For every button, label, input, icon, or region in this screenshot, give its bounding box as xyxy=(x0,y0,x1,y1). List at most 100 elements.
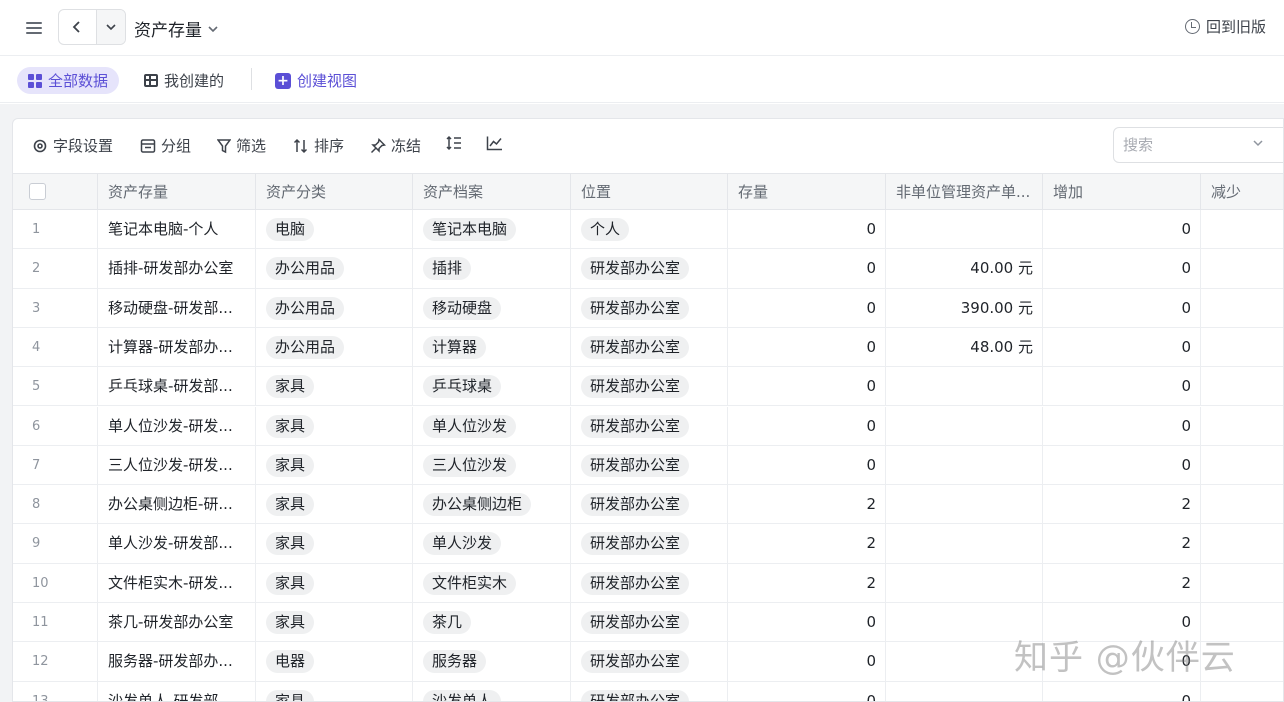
back-button[interactable] xyxy=(59,10,96,44)
stock-cell[interactable]: 0 xyxy=(728,327,886,367)
unit-price-cell[interactable] xyxy=(886,485,1043,525)
column-header[interactable]: 增加 xyxy=(1043,174,1201,210)
archive-cell[interactable]: 单人沙发 xyxy=(413,524,571,564)
stock-cell[interactable]: 0 xyxy=(728,642,886,682)
search-chevron-down-icon[interactable] xyxy=(1253,139,1263,147)
unit-price-cell[interactable]: 40.00 元 xyxy=(886,249,1043,289)
view-tab-mine[interactable]: 我创建的 xyxy=(133,67,235,94)
decrease-cell[interactable] xyxy=(1201,289,1283,328)
location-cell[interactable]: 研发部办公室 xyxy=(571,642,728,682)
decrease-cell[interactable] xyxy=(1201,328,1283,367)
table-row[interactable]: 10 文件柜实木-研发... 家具 文件柜实木 研发部办公室 2 2 xyxy=(13,563,1283,603)
page-title[interactable]: 资产存量 xyxy=(134,16,218,41)
increase-cell[interactable]: 0 xyxy=(1043,327,1201,367)
unit-price-cell[interactable] xyxy=(886,210,1043,249)
increase-cell[interactable]: 0 xyxy=(1043,288,1201,328)
unit-price-cell[interactable]: 390.00 元 xyxy=(886,288,1043,328)
category-cell[interactable]: 办公用品 xyxy=(256,249,413,289)
decrease-cell[interactable] xyxy=(1201,210,1283,249)
column-header[interactable]: 资产分类 xyxy=(256,174,413,210)
row-index[interactable]: 6 xyxy=(13,406,98,446)
category-cell[interactable]: 家具 xyxy=(256,681,413,701)
row-index[interactable]: 2 xyxy=(13,249,98,289)
row-index[interactable]: 11 xyxy=(13,603,98,642)
column-header[interactable]: 资产档案 xyxy=(413,174,571,210)
archive-cell[interactable]: 三人位沙发 xyxy=(413,445,571,485)
archive-cell[interactable]: 插排 xyxy=(413,249,571,289)
table-row[interactable]: 7 三人位沙发-研发... 家具 三人位沙发 研发部办公室 0 0 xyxy=(13,445,1283,486)
location-cell[interactable]: 研发部办公室 xyxy=(571,681,728,701)
category-cell[interactable]: 办公用品 xyxy=(256,288,413,328)
stock-cell[interactable]: 0 xyxy=(728,288,886,328)
row-index[interactable]: 12 xyxy=(13,642,98,682)
archive-cell[interactable]: 移动硬盘 xyxy=(413,288,571,328)
hamburger-menu-icon[interactable] xyxy=(24,18,44,38)
increase-cell[interactable]: 0 xyxy=(1043,249,1201,289)
table-row[interactable]: 1 笔记本电脑-个人 电脑 笔记本电脑 个人 0 0 xyxy=(13,210,1283,250)
row-index[interactable]: 3 xyxy=(13,288,98,328)
column-header[interactable]: 位置 xyxy=(571,174,728,210)
table-row[interactable]: 8 办公桌侧边柜-研... 家具 办公桌侧边柜 研发部办公室 2 2 xyxy=(13,485,1283,525)
nav-dropdown-button[interactable] xyxy=(95,10,125,44)
location-cell[interactable]: 个人 xyxy=(571,210,728,249)
stock-cell[interactable]: 0 xyxy=(728,367,886,407)
select-all-checkbox[interactable] xyxy=(29,183,46,200)
create-view-button[interactable]: + 创建视图 xyxy=(264,67,368,94)
decrease-cell[interactable] xyxy=(1201,407,1283,446)
unit-price-cell[interactable] xyxy=(886,563,1043,603)
row-index[interactable]: 9 xyxy=(13,524,98,564)
asset-stock-cell[interactable]: 插排-研发部办公室 xyxy=(98,249,256,289)
table-row[interactable]: 13 沙发单人-研发部... 家具 沙发单人 研发部办公室 0 0 xyxy=(13,681,1283,701)
decrease-cell[interactable] xyxy=(1201,564,1283,603)
increase-cell[interactable]: 2 xyxy=(1043,524,1201,564)
table-row[interactable]: 9 单人沙发-研发部... 家具 单人沙发 研发部办公室 2 2 xyxy=(13,524,1283,564)
asset-stock-cell[interactable]: 单人位沙发-研发... xyxy=(98,406,256,446)
freeze-button[interactable]: 冻结 xyxy=(370,135,421,156)
unit-price-cell[interactable] xyxy=(886,681,1043,701)
asset-stock-cell[interactable]: 计算器-研发部办... xyxy=(98,327,256,367)
column-header[interactable]: 非单位管理资产单... xyxy=(886,174,1043,210)
unit-price-cell[interactable] xyxy=(886,406,1043,446)
decrease-cell[interactable] xyxy=(1201,367,1283,406)
filter-button[interactable]: 筛选 xyxy=(217,135,266,156)
increase-cell[interactable]: 0 xyxy=(1043,210,1201,249)
row-height-button[interactable] xyxy=(446,135,462,151)
increase-cell[interactable]: 0 xyxy=(1043,445,1201,485)
stock-cell[interactable]: 0 xyxy=(728,406,886,446)
stock-cell[interactable]: 0 xyxy=(728,210,886,249)
archive-cell[interactable]: 单人位沙发 xyxy=(413,406,571,446)
column-header[interactable]: 存量 xyxy=(728,174,886,210)
view-tab-all-data[interactable]: 全部数据 xyxy=(17,67,120,94)
archive-cell[interactable]: 茶几 xyxy=(413,603,571,642)
table-row[interactable]: 3 移动硬盘-研发部... 办公用品 移动硬盘 研发部办公室 0 390.00 元0 xyxy=(13,288,1283,328)
stock-cell[interactable]: 0 xyxy=(728,445,886,485)
decrease-cell[interactable] xyxy=(1201,446,1283,485)
row-index[interactable]: 5 xyxy=(13,367,98,407)
location-cell[interactable]: 研发部办公室 xyxy=(571,288,728,328)
row-index[interactable]: 10 xyxy=(13,563,98,603)
unit-price-cell[interactable]: 48.00 元 xyxy=(886,327,1043,367)
asset-stock-cell[interactable]: 笔记本电脑-个人 xyxy=(98,210,256,249)
stock-cell[interactable]: 2 xyxy=(728,563,886,603)
field-settings-button[interactable]: 字段设置 xyxy=(32,135,113,156)
archive-cell[interactable]: 服务器 xyxy=(413,642,571,682)
stock-cell[interactable]: 0 xyxy=(728,603,886,642)
unit-price-cell[interactable] xyxy=(886,367,1043,407)
location-cell[interactable]: 研发部办公室 xyxy=(571,563,728,603)
stock-cell[interactable]: 0 xyxy=(728,681,886,701)
location-cell[interactable]: 研发部办公室 xyxy=(571,603,728,642)
category-cell[interactable]: 家具 xyxy=(256,603,413,642)
increase-cell[interactable]: 0 xyxy=(1043,367,1201,407)
archive-cell[interactable]: 计算器 xyxy=(413,327,571,367)
decrease-cell[interactable] xyxy=(1201,524,1283,563)
location-cell[interactable]: 研发部办公室 xyxy=(571,327,728,367)
increase-cell[interactable]: 0 xyxy=(1043,406,1201,446)
location-cell[interactable]: 研发部办公室 xyxy=(571,524,728,564)
table-row[interactable]: 4 计算器-研发部办... 办公用品 计算器 研发部办公室 0 48.00 元0 xyxy=(13,327,1283,368)
location-cell[interactable]: 研发部办公室 xyxy=(571,445,728,485)
unit-price-cell[interactable] xyxy=(886,524,1043,564)
archive-cell[interactable]: 文件柜实木 xyxy=(413,563,571,603)
location-cell[interactable]: 研发部办公室 xyxy=(571,249,728,289)
category-cell[interactable]: 电脑 xyxy=(256,210,413,249)
location-cell[interactable]: 研发部办公室 xyxy=(571,367,728,407)
